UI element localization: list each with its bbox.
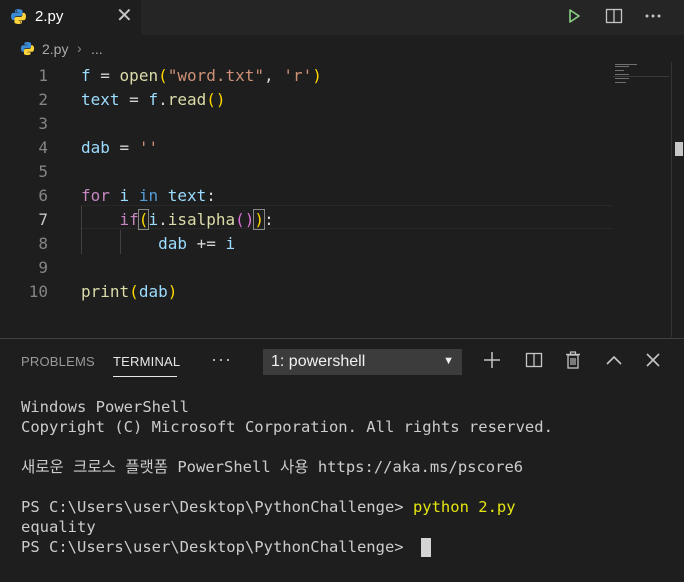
terminal-line: 새로운 크로스 플랫폼 PowerShell 사용 https://aka.ms… (21, 458, 524, 476)
maximize-panel-icon[interactable] (603, 349, 625, 371)
run-python-file-icon[interactable] (563, 5, 585, 27)
line-number: 3 (38, 113, 48, 133)
code-line-2: 2 text = f.read() (0, 87, 612, 111)
dropdown-arrow-icon: ▼ (443, 355, 454, 367)
editor-tab-2py[interactable]: 2.py ✕ (0, 0, 141, 35)
terminal-prompt: PS C:\Users\user\Desktop\PythonChallenge… (21, 538, 413, 556)
terminal-prompt-line: PS C:\Users\user\Desktop\PythonChallenge… (21, 497, 516, 517)
code-text: print(dab) (81, 281, 178, 301)
close-tab-icon[interactable]: ✕ (116, 3, 133, 28)
code-line-9: 9 (0, 255, 612, 279)
terminal-cursor (420, 538, 431, 557)
line-number: 5 (38, 161, 48, 181)
bottom-panel: PROBLEMS TERMINAL ··· 1: powershell ▼ Wi… (0, 338, 684, 582)
code-text: for i in text: (81, 185, 216, 205)
python-file-icon (11, 9, 26, 24)
breadcrumb-filename[interactable]: 2.py (42, 41, 68, 57)
active-tab-indicator (113, 376, 177, 377)
line-number: 8 (38, 233, 48, 253)
code-line-1: 1 f = open("word.txt", 'r') (0, 63, 612, 87)
code-text: f = open("word.txt", 'r') (81, 65, 322, 85)
terminal-line: Copyright (C) Microsoft Corporation. All… (21, 418, 553, 436)
panel-more-icon[interactable]: ··· (211, 349, 232, 370)
line-number: 10 (28, 281, 48, 301)
terminal-command: python 2.py (412, 498, 516, 516)
terminal-line: equality (21, 518, 96, 536)
line-number: 4 (38, 137, 48, 157)
line-number: 2 (38, 89, 48, 109)
code-text: if(i.isalpha()): (119, 208, 274, 230)
new-terminal-icon[interactable] (481, 349, 503, 371)
trash-icon[interactable] (562, 349, 584, 371)
code-text: dab += i (158, 233, 236, 253)
code-line-10: 10 print(dab) (0, 279, 612, 303)
code-line-4: 4 dab = '' (0, 135, 612, 159)
split-terminal-icon[interactable] (523, 349, 545, 371)
code-line-5: 5 (0, 159, 612, 183)
python-file-icon (20, 41, 35, 56)
terminal-line: Windows PowerShell (21, 398, 189, 416)
terminal-select-value: 1: powershell (271, 353, 366, 370)
code-text: text = f.read() (81, 89, 226, 109)
code-text: dab = '' (81, 137, 159, 157)
terminal-prompt: PS C:\Users\user\Desktop\PythonChallenge… (21, 498, 413, 516)
editor-scrollbar[interactable] (671, 62, 684, 337)
code-line-7: 7 if(i.isalpha()): (0, 207, 612, 231)
terminal-select[interactable]: 1: powershell ▼ (263, 349, 462, 375)
line-number: 1 (38, 65, 48, 85)
tab-problems[interactable]: PROBLEMS (21, 354, 95, 369)
tab-terminal[interactable]: TERMINAL (113, 354, 180, 369)
code-line-3: 3 (0, 111, 612, 135)
minimap[interactable] (613, 62, 671, 337)
terminal-prompt-line: PS C:\Users\user\Desktop\PythonChallenge… (21, 537, 431, 557)
more-actions-icon[interactable] (642, 5, 664, 27)
code-line-8: 8 dab += i (0, 231, 612, 255)
line-number-active: 7 (38, 209, 48, 229)
breadcrumb: 2.py › ... (0, 36, 684, 62)
line-number: 9 (38, 257, 48, 277)
editor-tab-bar: 2.py ✕ (0, 0, 684, 35)
code-line-6: 6 for i in text: (0, 183, 612, 207)
tab-filename: 2.py (35, 8, 64, 25)
close-panel-icon[interactable] (642, 349, 664, 371)
code-editor[interactable]: 1 f = open("word.txt", 'r') 2 text = f.r… (0, 62, 684, 337)
split-editor-icon[interactable] (603, 5, 625, 27)
breadcrumb-symbols[interactable]: ... (91, 41, 103, 57)
chevron-right-icon: › (77, 40, 82, 56)
line-number: 6 (38, 185, 48, 205)
scrollbar-thumb[interactable] (675, 142, 683, 156)
